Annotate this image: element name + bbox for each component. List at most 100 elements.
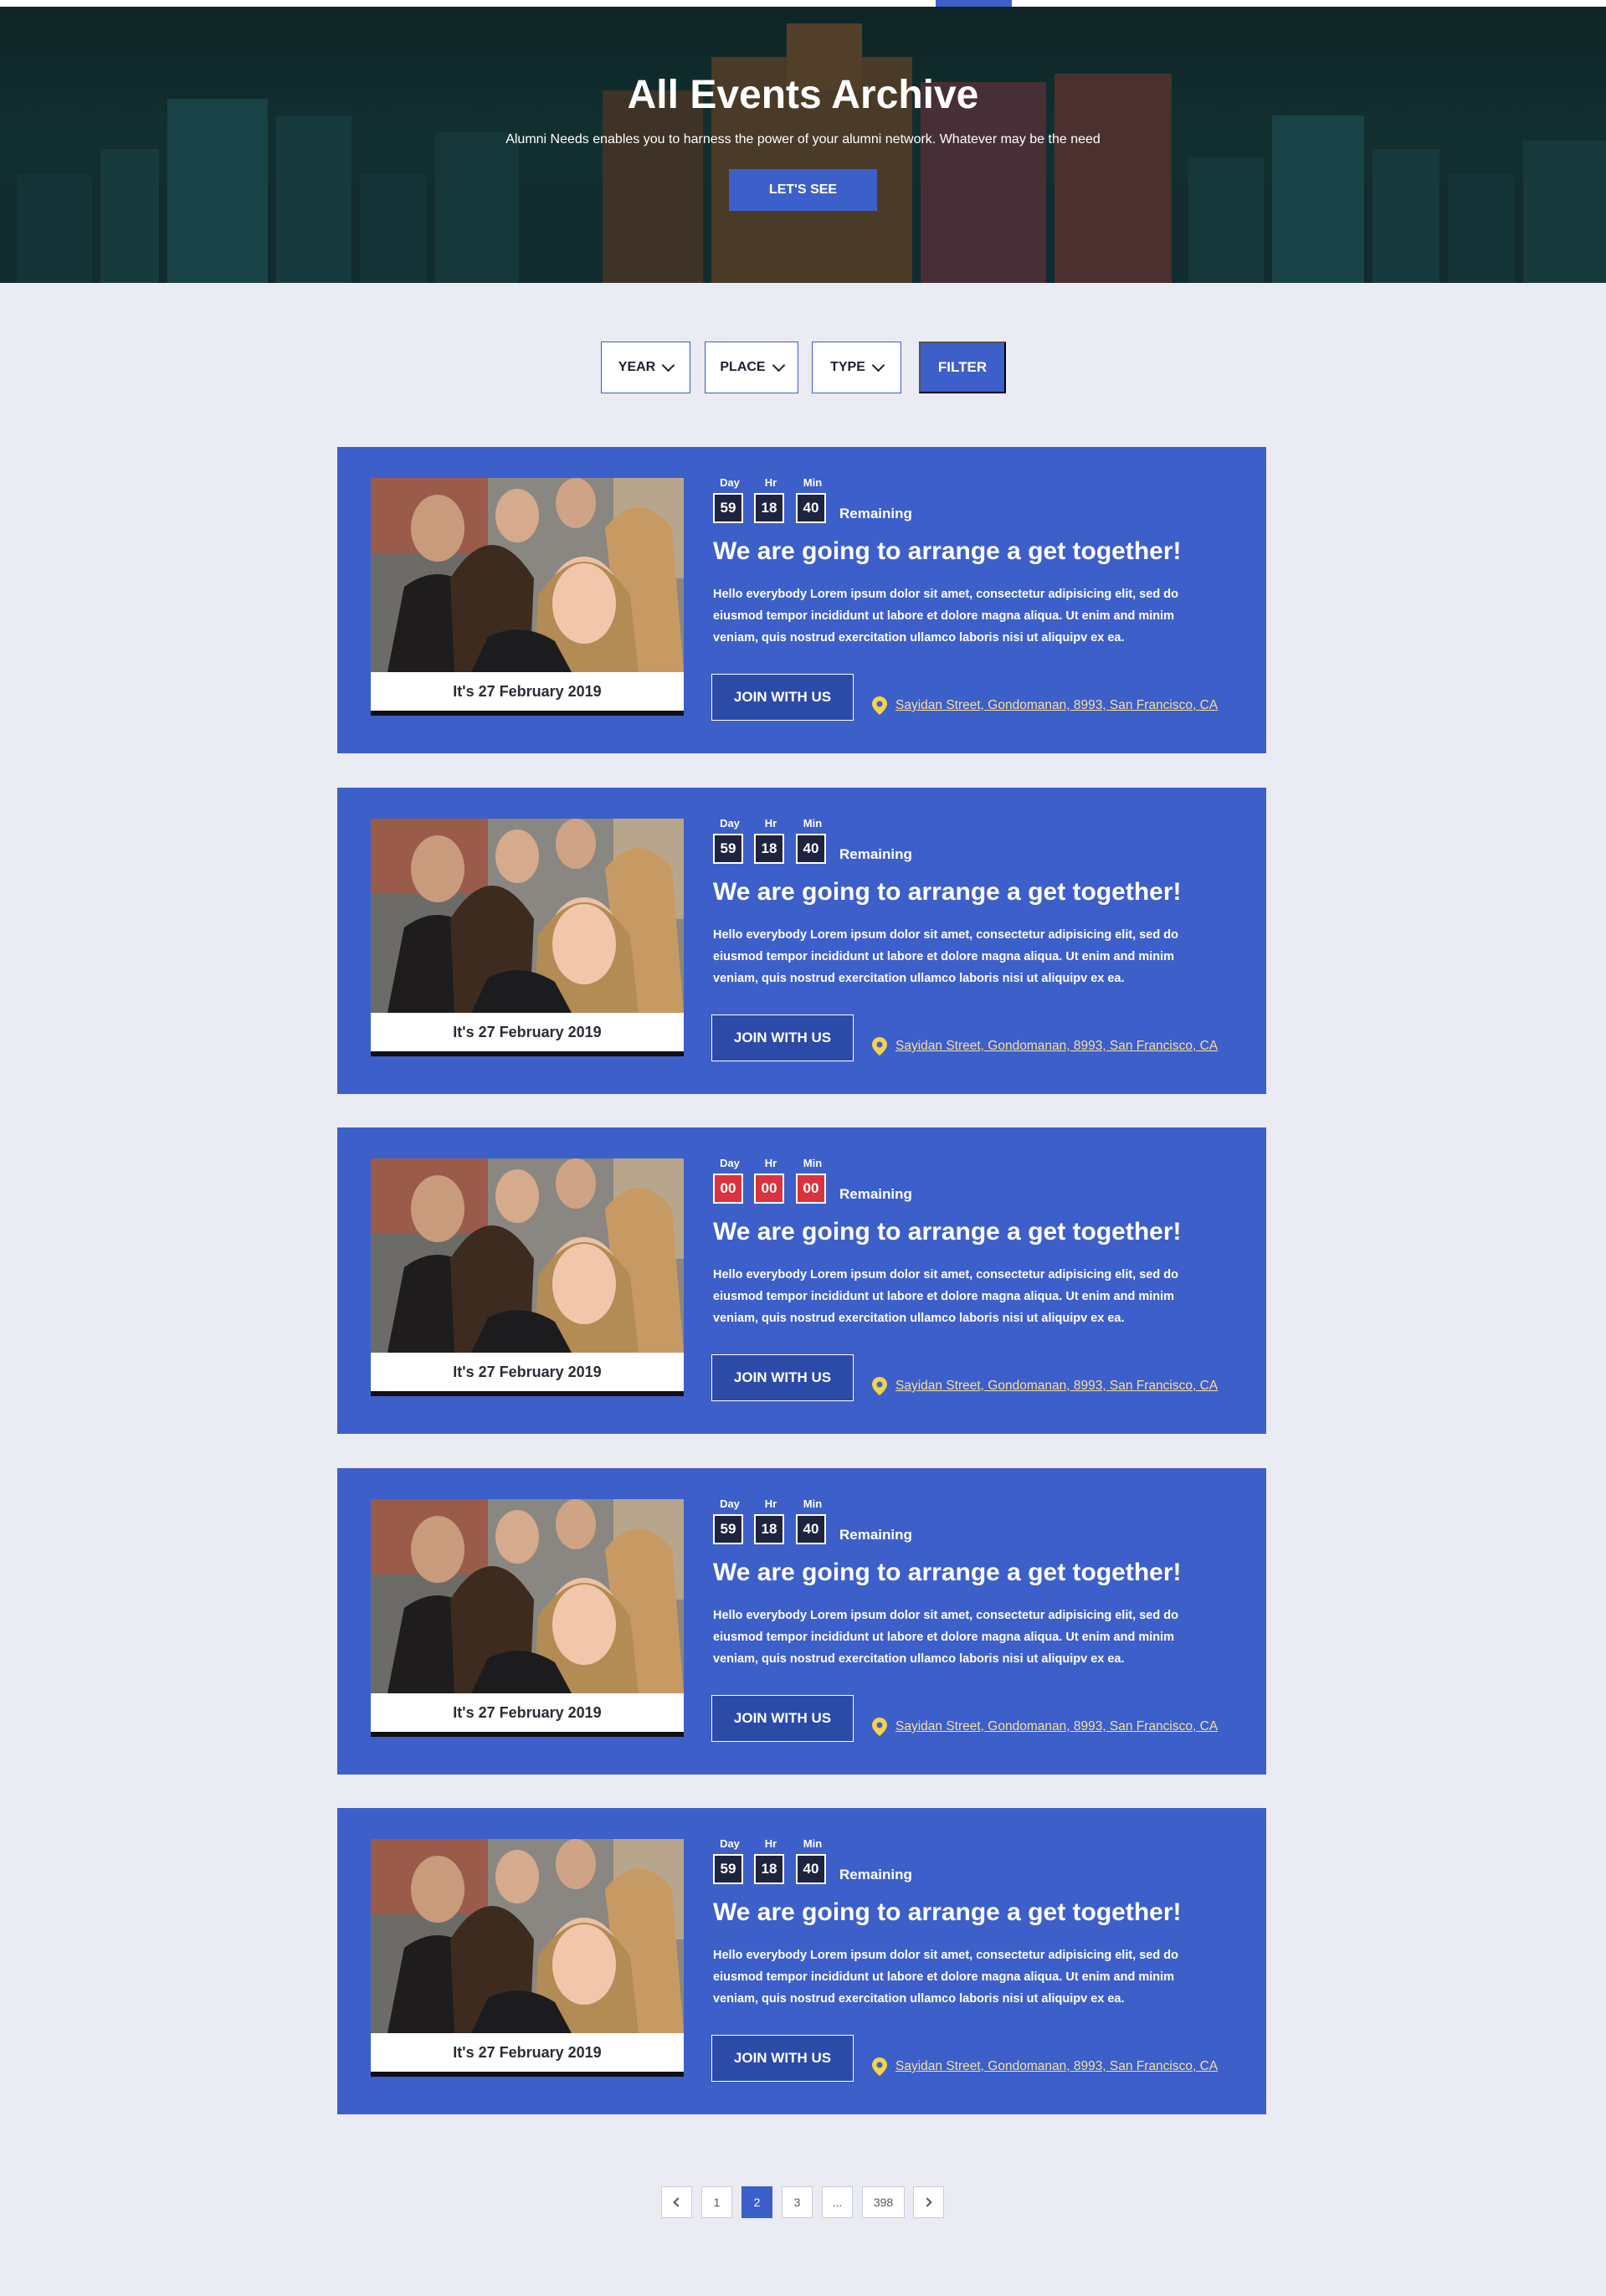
countdown-day-label: Day xyxy=(720,1497,740,1510)
countdown-hr-label: Hr xyxy=(764,817,777,830)
countdown-day: 59 xyxy=(713,834,743,864)
event-description: Hello everybody Lorem ipsum dolor sit am… xyxy=(713,1949,1178,2006)
event-description: Hello everybody Lorem ipsum dolor sit am… xyxy=(713,588,1178,645)
event-photo-frame xyxy=(371,819,684,1013)
event-location[interactable]: Sayidan Street, Gondomanan, 8993, San Fr… xyxy=(872,1037,1218,1056)
location-pin-icon xyxy=(872,1718,887,1736)
countdown-hr-label: Hr xyxy=(764,1837,777,1850)
countdown-day: 59 xyxy=(713,1514,743,1544)
countdown-remaining-label: Remaining xyxy=(839,846,912,862)
event-location-link[interactable]: Sayidan Street, Gondomanan, 8993, San Fr… xyxy=(895,1719,1218,1734)
event-date: It's 27 February 2019 xyxy=(371,672,684,716)
chevron-down-icon xyxy=(772,358,785,372)
countdown-min: 40 xyxy=(796,493,826,523)
countdown-hr: 18 xyxy=(754,1854,784,1884)
event-location[interactable]: Sayidan Street, Gondomanan, 8993, San Fr… xyxy=(872,1718,1218,1736)
year-select[interactable]: YEAR xyxy=(601,342,690,393)
event-photo xyxy=(371,478,684,672)
location-pin-icon xyxy=(872,1037,887,1056)
location-pin-icon xyxy=(872,1377,887,1395)
chevron-left-icon xyxy=(673,2197,683,2207)
countdown-min: 40 xyxy=(796,834,826,864)
join-with-us-button[interactable]: JOIN WITH US xyxy=(711,1354,854,1401)
lets-see-button[interactable]: LET'S SEE xyxy=(729,169,877,211)
event-photo xyxy=(371,1158,684,1353)
countdown-remaining-label: Remaining xyxy=(839,1867,912,1883)
event-card: It's 27 February 2019 Day Hr Min 59 18 40 Remai… xyxy=(337,1808,1266,2114)
join-with-us-button[interactable]: JOIN WITH US xyxy=(711,1695,854,1742)
join-with-us-button[interactable]: JOIN WITH US xyxy=(711,2035,854,2082)
pagination-next[interactable] xyxy=(913,2186,944,2218)
event-location-link[interactable]: Sayidan Street, Gondomanan, 8993, San Fr… xyxy=(895,698,1218,713)
countdown-min-label: Min xyxy=(803,1157,823,1169)
countdown-day: 00 xyxy=(713,1174,743,1204)
event-card: It's 27 February 2019 Day Hr Min 59 18 40 Remai… xyxy=(337,1468,1266,1775)
chevron-down-icon xyxy=(661,358,675,372)
event-photo-frame xyxy=(371,1158,684,1353)
countdown-min: 40 xyxy=(796,1854,826,1884)
countdown-remaining-label: Remaining xyxy=(839,1527,912,1543)
event-card: It's 27 February 2019 Day Hr Min 00 00 00 Remai… xyxy=(337,1127,1266,1434)
event-location-link[interactable]: Sayidan Street, Gondomanan, 8993, San Fr… xyxy=(895,1039,1218,1054)
event-location[interactable]: Sayidan Street, Gondomanan, 8993, San Fr… xyxy=(872,696,1218,715)
pagination: 1 2 3 ... 398 xyxy=(0,2186,1606,2218)
countdown-hr: 18 xyxy=(754,834,784,864)
event-title: We are going to arrange a get together! xyxy=(713,1559,1182,1586)
countdown-min: 40 xyxy=(796,1514,826,1544)
event-card: It's 27 February 2019 Day Hr Min 59 18 40 Remai… xyxy=(337,447,1266,753)
join-with-us-button[interactable]: JOIN WITH US xyxy=(711,1014,854,1061)
event-description: Hello everybody Lorem ipsum dolor sit am… xyxy=(713,1268,1178,1325)
page-link[interactable]: 3 xyxy=(782,2186,813,2218)
event-photo-frame xyxy=(371,1499,684,1693)
event-location-link[interactable]: Sayidan Street, Gondomanan, 8993, San Fr… xyxy=(895,2059,1218,2074)
event-date: It's 27 February 2019 xyxy=(371,2033,684,2077)
pagination-prev[interactable] xyxy=(661,2186,692,2218)
countdown-hr-label: Hr xyxy=(764,476,777,489)
page-link[interactable]: 398 xyxy=(862,2186,905,2218)
active-nav-indicator xyxy=(936,0,1012,7)
chevron-down-icon xyxy=(871,358,885,372)
event-title: We are going to arrange a get together! xyxy=(713,878,1182,906)
countdown-day-label: Day xyxy=(720,817,740,830)
location-pin-icon xyxy=(872,696,887,715)
chevron-right-icon xyxy=(922,2197,932,2207)
countdown-hr-label: Hr xyxy=(764,1157,777,1169)
countdown-day-label: Day xyxy=(720,476,740,489)
countdown-hr: 18 xyxy=(754,493,784,523)
join-with-us-button[interactable]: JOIN WITH US xyxy=(711,674,854,721)
event-photo xyxy=(371,1499,684,1693)
event-title: We are going to arrange a get together! xyxy=(713,1218,1182,1246)
event-description: Hello everybody Lorem ipsum dolor sit am… xyxy=(713,1609,1178,1666)
year-select-label: YEAR xyxy=(618,360,656,374)
event-description: Hello everybody Lorem ipsum dolor sit am… xyxy=(713,928,1178,985)
event-photo xyxy=(371,819,684,1013)
event-date: It's 27 February 2019 xyxy=(371,1013,684,1056)
event-photo-frame xyxy=(371,478,684,672)
filter-button[interactable]: FILTER xyxy=(919,342,1006,393)
event-card: It's 27 February 2019 Day Hr Min 59 18 40 Remai… xyxy=(337,788,1266,1094)
countdown-day-label: Day xyxy=(720,1157,740,1169)
type-select[interactable]: TYPE xyxy=(812,342,901,393)
event-location[interactable]: Sayidan Street, Gondomanan, 8993, San Fr… xyxy=(872,1377,1218,1395)
countdown-min-label: Min xyxy=(803,1497,823,1510)
page-link[interactable]: 1 xyxy=(701,2186,732,2218)
countdown-day: 59 xyxy=(713,1854,743,1884)
countdown-min-label: Min xyxy=(803,1837,823,1850)
place-select[interactable]: PLACE xyxy=(705,342,798,393)
event-location-link[interactable]: Sayidan Street, Gondomanan, 8993, San Fr… xyxy=(895,1379,1218,1394)
place-select-label: PLACE xyxy=(720,360,766,374)
page-title: All Events Archive xyxy=(627,73,979,117)
countdown-remaining-label: Remaining xyxy=(839,506,912,521)
countdown-hr: 00 xyxy=(754,1174,784,1204)
event-date: It's 27 February 2019 xyxy=(371,1353,684,1396)
location-pin-icon xyxy=(872,2057,887,2076)
event-location[interactable]: Sayidan Street, Gondomanan, 8993, San Fr… xyxy=(872,2057,1218,2076)
hero-subtitle: Alumni Needs enables you to harness the … xyxy=(505,132,1101,146)
countdown-min-label: Min xyxy=(803,476,823,489)
type-select-label: TYPE xyxy=(830,360,865,374)
countdown-remaining-label: Remaining xyxy=(839,1186,912,1202)
countdown-hr: 18 xyxy=(754,1514,784,1544)
countdown-hr-label: Hr xyxy=(764,1497,777,1510)
page-link-active[interactable]: 2 xyxy=(741,2186,772,2218)
event-date: It's 27 February 2019 xyxy=(371,1693,684,1737)
